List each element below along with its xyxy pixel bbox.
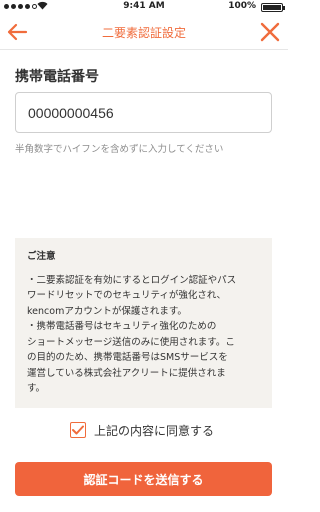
status-bar: 9:41 AM 100% <box>0 0 288 14</box>
phone-field-label: 携帯電話番号 <box>15 69 99 85</box>
navigation-bar: 二要素認証設定 <box>0 14 288 50</box>
notice-line: の目的のため、携帯電話番号はSMSサービスを <box>27 352 228 363</box>
agreement-checkbox[interactable] <box>70 422 86 438</box>
phone-number-input[interactable] <box>15 92 272 133</box>
page-title: 二要素認証設定 <box>101 26 186 40</box>
agreement-checkbox-row[interactable]: 上記の内容に同意する <box>70 421 214 439</box>
battery-percent: 100% <box>228 1 256 11</box>
phone-input-hint: 半角数字でハイフンを含めずに入力してください <box>15 144 224 155</box>
battery-icon <box>261 3 285 12</box>
notice-line: ショートメッセージ送信のみに使用されます。こ <box>27 336 235 348</box>
notice-line: す。 <box>27 383 46 394</box>
notice-line: kencomアカウントが保護されます。 <box>27 305 187 317</box>
notice-line: 運営している株式会社アクリートに提供されま <box>27 367 226 379</box>
notice-title: ご注意 <box>27 251 56 262</box>
agreement-label: 上記の内容に同意する <box>94 423 215 438</box>
notice-box: ご注意 ・二要素認証を有効にするとログイン認証やパス ワードリセットでのセキュリ… <box>15 238 272 408</box>
close-icon[interactable] <box>258 20 282 44</box>
notice-line: ・二要素認証を有効にするとログイン認証やパス <box>27 274 237 286</box>
notice-line: ワードリセットでのセキュリティが強化され、 <box>27 290 227 301</box>
checkmark-icon <box>72 425 84 435</box>
notice-line: ・携帯電話番号はセキュリティ強化のための <box>27 321 217 332</box>
send-code-button[interactable]: 認証コードを送信する <box>15 462 272 496</box>
